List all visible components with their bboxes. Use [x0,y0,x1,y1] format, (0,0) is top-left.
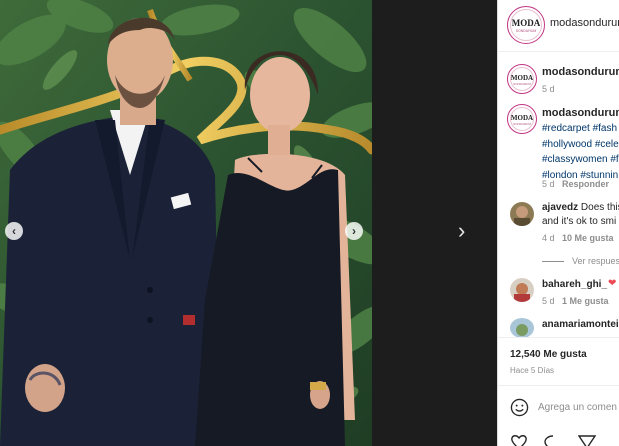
comment-age: 4 d [542,233,555,243]
next-post-area [372,0,497,446]
owner-avatar[interactable]: MODA SONDURUM [507,64,537,94]
view-replies-button[interactable]: Ver respues [542,256,619,266]
account-avatar[interactable]: MODA SONDURUM [507,6,545,44]
next-post-chevron-icon[interactable]: › [458,220,465,242]
commenter-avatar[interactable] [510,202,534,226]
comment-text-line: Does this [580,202,619,213]
header-username[interactable]: modasondurum [550,17,619,29]
chevron-left-icon: ‹ [12,224,16,238]
caption-username[interactable]: modasondurum [542,107,619,119]
comment-username[interactable]: anamariamontei [542,319,619,330]
avatar-logo-subtext: SONDURUM [515,29,537,33]
caption-avatar[interactable]: MODA SONDURUM [507,104,537,134]
avatar-logo-text: MODA [510,74,534,82]
comment-icon[interactable] [544,435,562,446]
prev-photo-button[interactable]: ‹ [5,222,23,240]
post-header: MODA SONDURUM modasondurum [498,0,619,52]
comment-age: 5 d [542,296,555,306]
post-timestamp: Hace 5 Días [510,366,555,375]
next-photo-button[interactable]: › [345,222,363,240]
comment-likes[interactable]: 1 Me gusta [562,296,609,306]
owner-username[interactable]: modasondurum [542,66,619,78]
avatar-logo-subtext: SONDURUM [513,82,531,86]
hashtag-line[interactable]: #redcarpet #fash [542,121,619,137]
avatar-logo-text: MODA [511,18,541,28]
comment-likes[interactable]: 10 Me gusta [562,233,614,243]
comment-username[interactable]: ajavedz [542,202,578,213]
avatar-logo-subtext: SONDURUM [513,122,531,126]
photo-illustration [0,0,372,446]
chevron-right-icon: › [352,224,356,238]
caption-age: 5 d [542,179,555,189]
comment-body: anamariamontei [542,317,619,332]
hashtag-line[interactable]: #hollywood #cele [542,137,619,153]
heart-emoji-icon: ❤ [608,278,617,289]
caption-hashtags: #redcarpet #fash #hollywood #cele #class… [542,121,619,183]
likes-count[interactable]: 12,540 Me gusta [510,349,587,360]
caption-reply-button[interactable]: Responder [562,179,609,189]
composer-divider [498,385,619,386]
comment-username[interactable]: bahareh_ghi_ [542,279,607,290]
commenter-avatar[interactable] [510,278,534,302]
smile-icon[interactable] [510,398,529,422]
commenter-avatar[interactable] [510,318,534,338]
stats-divider [498,337,619,338]
comment-body: bahareh_ghi_ [542,277,607,292]
post-viewer: ‹ › › MODA SONDURUM modasondurum MODA SO… [0,0,619,446]
view-replies-label: Ver respues [572,256,619,266]
post-details-panel: MODA SONDURUM modasondurum MODA SONDURUM… [497,0,619,446]
replies-divider [542,261,564,263]
share-icon[interactable] [577,435,597,446]
avatar-logo-text: MODA [510,114,534,122]
comment-body: ajavedz Does this [542,200,619,215]
hashtag-line[interactable]: #classywomen #f [542,152,619,168]
comment-text-line: and it's ok to smi [542,216,617,227]
heart-outline-icon[interactable] [510,435,528,446]
post-photo[interactable]: ‹ › [0,0,372,446]
owner-age: 5 d [542,84,555,94]
add-comment-input[interactable]: Agrega un comen [538,402,617,413]
